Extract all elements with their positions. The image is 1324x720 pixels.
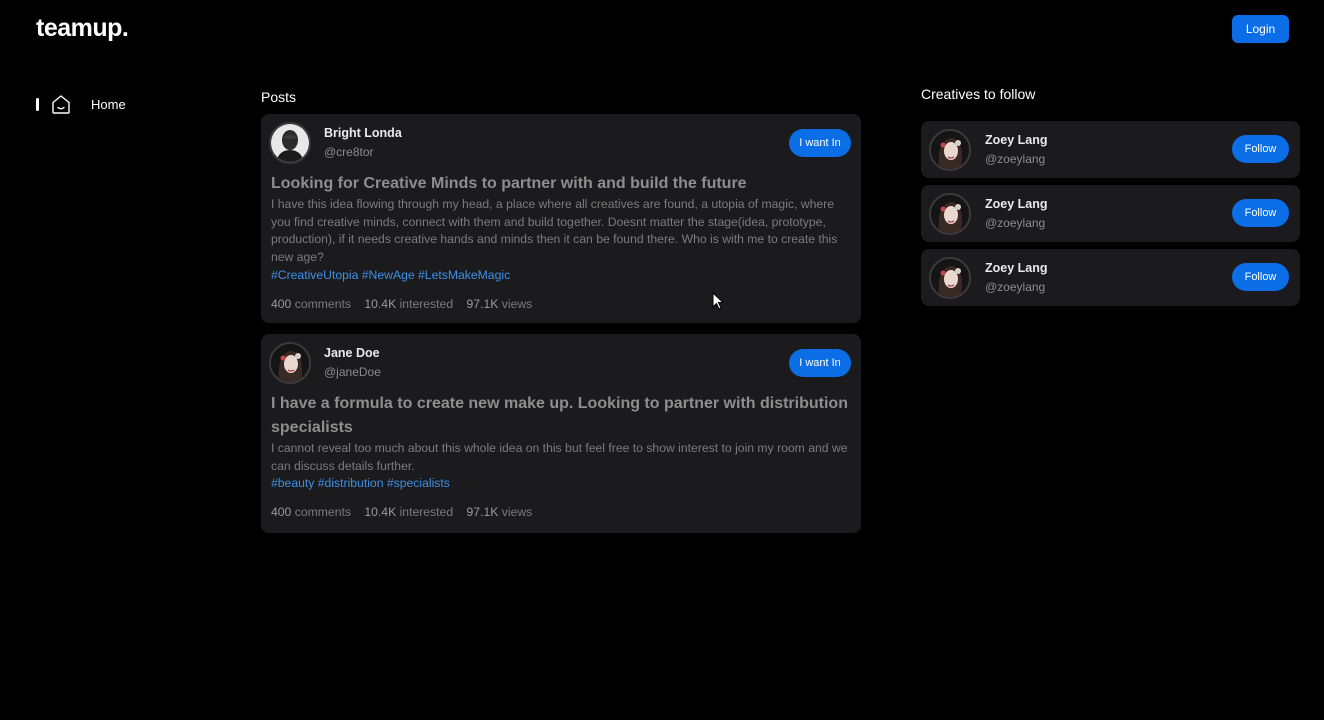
post-card: Bright Londa @cre8tor I want In Looking … <box>261 114 861 323</box>
creator-name[interactable]: Zoey Lang <box>985 133 1048 147</box>
post-stats: 400 comments 10.4K interested 97.1K view… <box>271 296 851 312</box>
i-want-in-button[interactable]: I want In <box>789 349 851 377</box>
author-handle: @cre8tor <box>324 145 374 159</box>
creator-handle: @zoeylang <box>985 280 1046 294</box>
post-tags: #beauty #distribution #specialists <box>271 475 851 493</box>
views-stat: 97.1K views <box>466 296 533 311</box>
i-want-in-button[interactable]: I want In <box>789 129 851 157</box>
creator-card: Zoey Lang @zoeylang Follow <box>921 121 1300 178</box>
author-name[interactable]: Jane Doe <box>324 346 380 360</box>
post-title[interactable]: I have a formula to create new make up. … <box>271 392 851 440</box>
post-text: I have this idea flowing through my head… <box>271 197 838 265</box>
home-icon <box>49 92 73 116</box>
post-body: I have a formula to create new make up. … <box>271 392 851 520</box>
interested-stat: 10.4K interested <box>364 505 454 520</box>
author-avatar[interactable] <box>269 122 311 164</box>
post-header: Jane Doe @janeDoe I want In <box>269 342 851 384</box>
follow-button[interactable]: Follow <box>1232 263 1289 291</box>
post-text: I cannot reveal too much about this whol… <box>271 441 848 473</box>
post-card: Jane Doe @janeDoe I want In I have a for… <box>261 334 861 533</box>
author-name[interactable]: Bright Londa <box>324 126 402 140</box>
sidebar: Home <box>36 92 126 116</box>
author-avatar[interactable] <box>269 342 311 384</box>
follow-button[interactable]: Follow <box>1232 199 1289 227</box>
tag-link[interactable]: #beauty <box>271 476 314 490</box>
creatives-section: Creatives to follow <box>921 85 1300 111</box>
active-indicator <box>36 97 39 111</box>
posts-section: Posts <box>261 88 861 114</box>
creator-avatar[interactable] <box>929 193 971 235</box>
sidebar-item-label: Home <box>91 96 126 112</box>
creator-handle: @zoeylang <box>985 216 1046 230</box>
follow-button[interactable]: Follow <box>1232 135 1289 163</box>
creator-avatar[interactable] <box>929 129 971 171</box>
tag-link[interactable]: #distribution <box>318 476 384 490</box>
creator-handle: @zoeylang <box>985 152 1046 166</box>
author-handle: @janeDoe <box>324 365 381 379</box>
views-stat: 97.1K views <box>466 505 533 520</box>
interested-stat: 10.4K interested <box>364 296 454 311</box>
creator-card: Zoey Lang @zoeylang Follow <box>921 249 1300 306</box>
creator-avatar[interactable] <box>929 257 971 299</box>
comments-stat[interactable]: 400 comments <box>271 505 351 519</box>
creatives-title: Creatives to follow <box>921 86 1036 102</box>
sidebar-item-home[interactable]: Home <box>36 92 126 116</box>
tag-link[interactable]: #specialists <box>387 476 450 490</box>
post-header: Bright Londa @cre8tor I want In <box>269 122 851 164</box>
app-logo[interactable]: teamup. <box>36 14 129 43</box>
creator-name[interactable]: Zoey Lang <box>985 261 1048 275</box>
creator-name[interactable]: Zoey Lang <box>985 197 1048 211</box>
mouse-cursor-icon <box>712 291 725 310</box>
tag-link[interactable]: #LetsMakeMagic <box>418 268 510 282</box>
login-button[interactable]: Login <box>1232 15 1289 43</box>
creator-card: Zoey Lang @zoeylang Follow <box>921 185 1300 242</box>
post-stats: 400 comments 10.4K interested 97.1K view… <box>271 504 851 520</box>
post-title[interactable]: Looking for Creative Minds to partner wi… <box>271 172 851 196</box>
post-tags: #CreativeUtopia #NewAge #LetsMakeMagic <box>271 267 851 285</box>
post-body: Looking for Creative Minds to partner wi… <box>271 172 851 312</box>
tag-link[interactable]: #NewAge <box>362 268 415 282</box>
comments-stat[interactable]: 400 comments <box>271 297 351 311</box>
posts-title: Posts <box>261 89 297 105</box>
tag-link[interactable]: #CreativeUtopia <box>271 268 358 282</box>
